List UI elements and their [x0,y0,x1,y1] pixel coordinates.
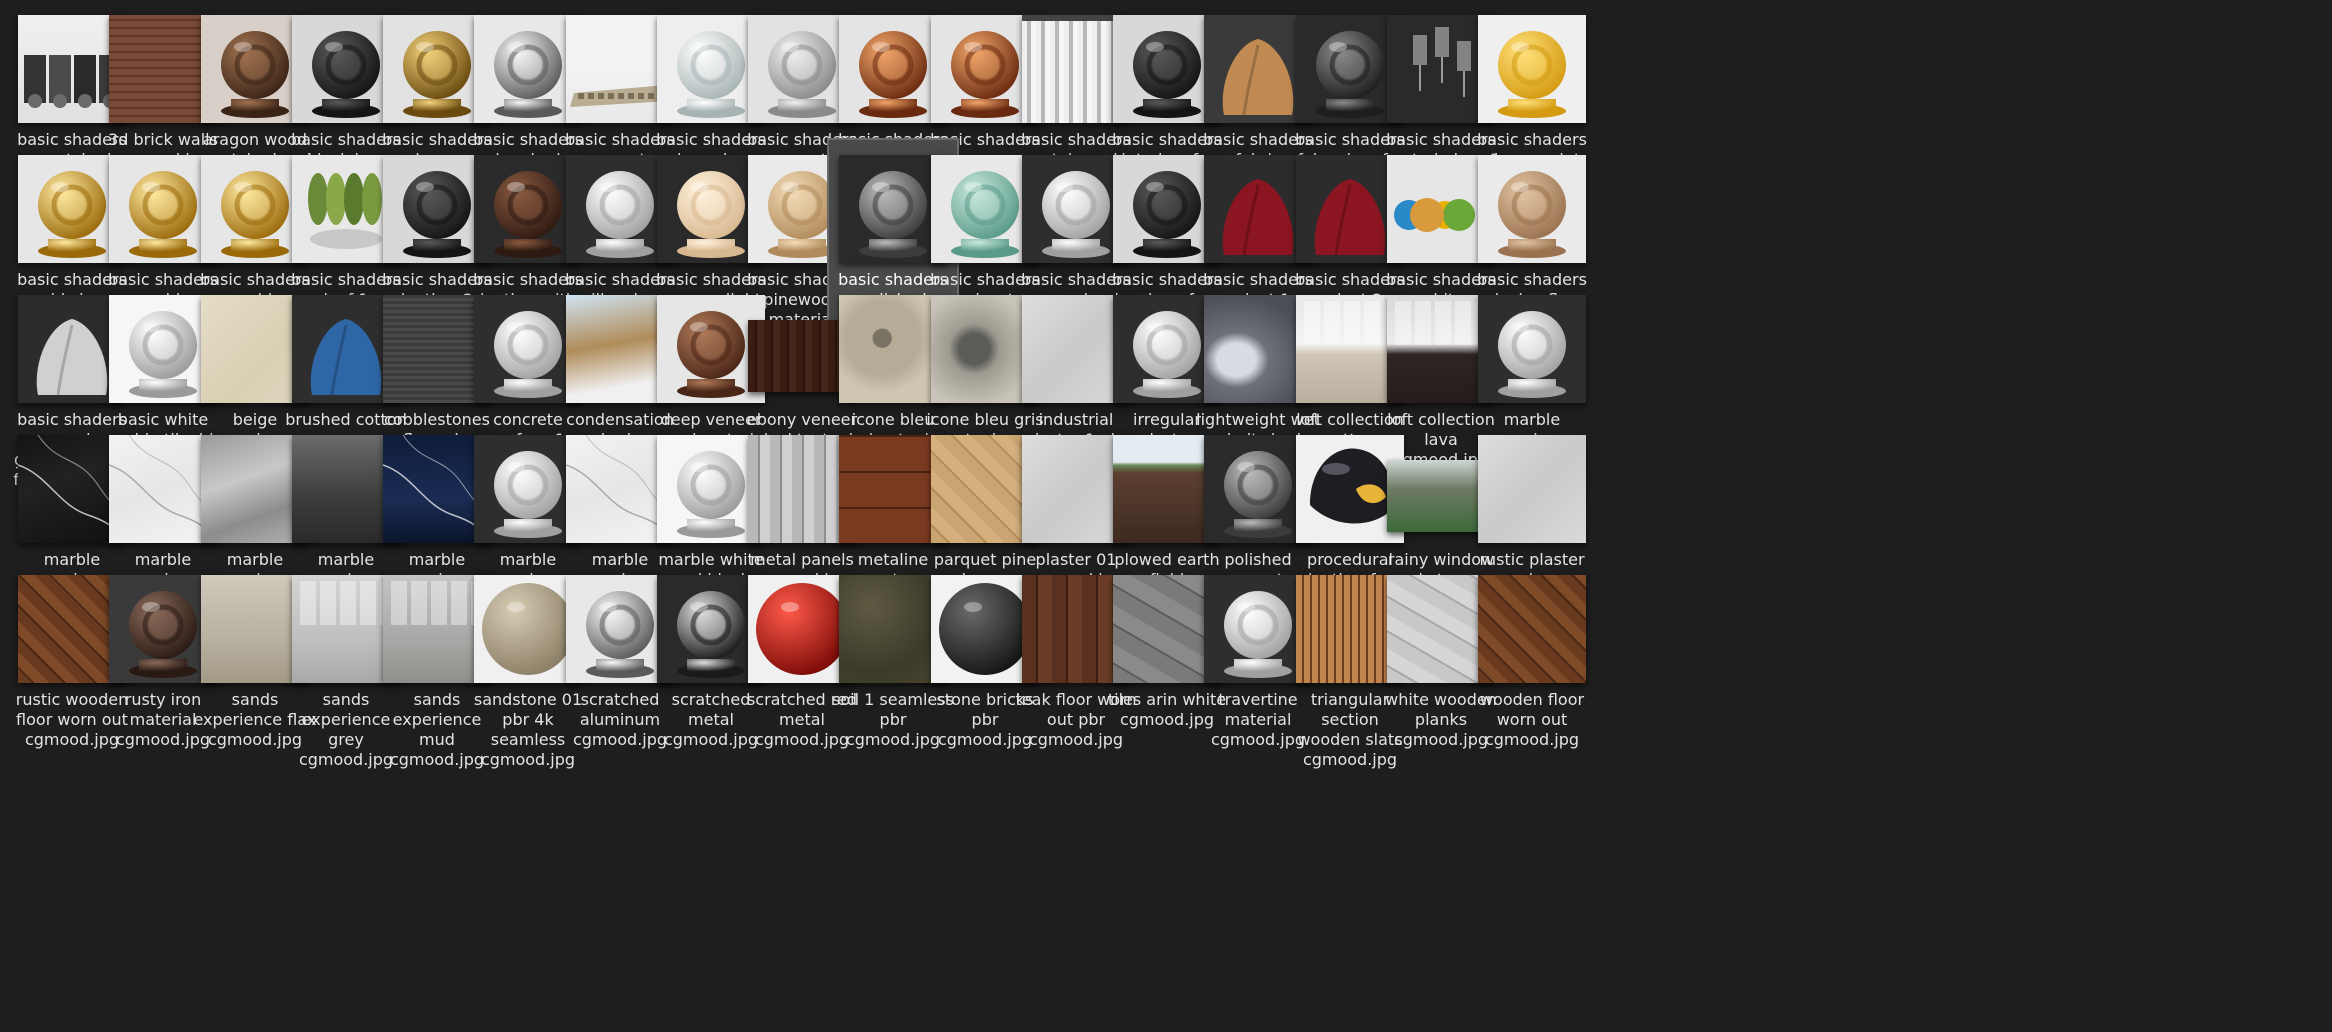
file-thumbnail [1478,575,1586,683]
file-name-label: wooden floor worn out cgmood.jpg [1479,690,1585,749]
file-thumbnail [1478,15,1586,123]
file-browser-grid: basic shaders scratched metals cgmood.jp… [0,0,2332,1032]
file-item[interactable]: wooden floor worn out cgmood.jpg [1468,560,1596,768]
file-thumbnail [1478,435,1586,543]
file-thumbnail [1478,155,1586,263]
file-thumbnail [1478,295,1586,403]
